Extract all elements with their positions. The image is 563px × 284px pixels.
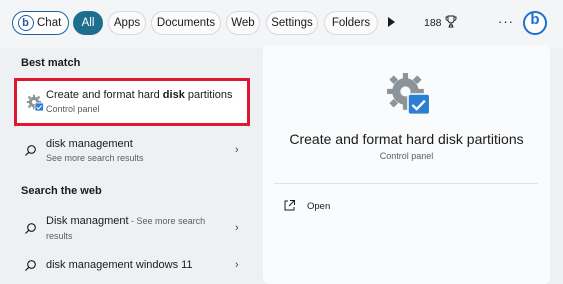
settings-filter-button[interactable]: Settings [266,11,318,35]
chat-filter-button[interactable]: Chat [12,11,69,35]
documents-filter-button[interactable]: Documents [151,11,221,35]
search-icon [24,259,37,272]
web-result-title: disk management windows 11 [46,259,193,271]
web-result-subtitle: results [46,231,73,241]
chevron-right-icon[interactable]: › [235,144,239,156]
web-result-disk-managment[interactable]: Disk managment - See more search results… [14,208,254,248]
preview-subtitle: Control panel [379,151,434,161]
more-filters-play-icon[interactable] [388,17,395,27]
best-match-title: Create and format hard disk partitions [46,89,233,101]
web-filter-button[interactable]: Web [226,11,260,35]
search-web-heading: Search the web [21,185,102,197]
bing-chat-icon [18,12,34,34]
best-match-heading: Best match [21,57,81,69]
disk-partition-settings-icon [26,94,44,112]
preview-title: Create and format hard disk partitions [289,131,524,147]
more-options-button[interactable]: ··· [498,14,514,29]
search-filter-bar: Chat All Apps Documents Web Settings Fol… [0,0,563,48]
preview-panel: Create and format hard disk partitions C… [263,45,550,284]
chevron-right-icon[interactable]: › [235,222,239,234]
best-match-subtitle: Control panel [46,104,100,114]
search-icon [24,222,37,235]
search-icon [24,144,37,157]
disk-partition-settings-icon [385,71,431,117]
folders-filter-button[interactable]: Folders [324,11,378,35]
rewards-count: 188 [424,17,442,29]
chat-filter-label: Chat [37,17,62,29]
web-result-disk-management-windows-11[interactable]: disk management windows 11 › [14,253,254,279]
apps-filter-button[interactable]: Apps [108,11,146,35]
open-external-icon [283,199,296,212]
all-filter-button[interactable]: All [73,11,103,35]
rewards-trophy-icon[interactable] [445,15,457,31]
result-title: disk management [46,138,133,150]
result-subtitle: See more search results [46,153,144,163]
open-label: Open [307,201,331,212]
disk-management-result[interactable]: disk management See more search results … [14,132,254,172]
results-panel: Best match Create and format hard disk p… [0,48,258,284]
best-match-result[interactable]: Create and format hard disk partitions C… [14,78,250,126]
bing-button-icon[interactable] [523,11,547,35]
chevron-right-icon[interactable]: › [235,259,239,271]
web-result-title: Disk managment - See more search [46,215,206,227]
divider [274,183,538,184]
